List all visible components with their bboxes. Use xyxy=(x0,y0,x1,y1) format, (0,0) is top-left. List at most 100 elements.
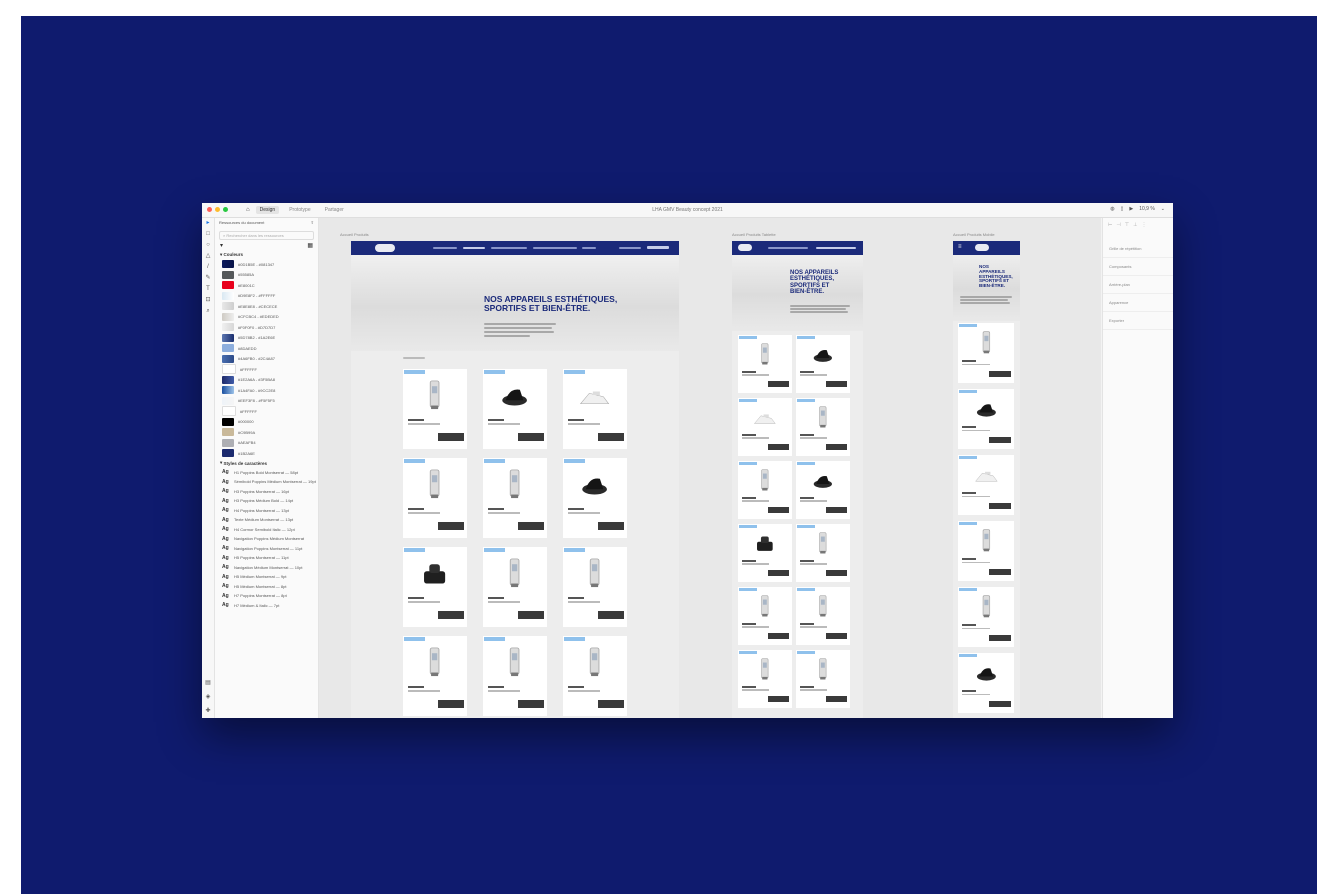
property-item[interactable]: Composants xyxy=(1103,258,1173,276)
product-button[interactable] xyxy=(438,522,464,530)
property-item[interactable]: Grille de répétition xyxy=(1103,240,1173,258)
color-swatch-item[interactable]: #8DAEDD xyxy=(215,343,318,354)
color-swatch-item[interactable]: #55585A xyxy=(215,270,318,281)
align-top-icon[interactable]: ⊤ xyxy=(1125,222,1129,236)
product-button[interactable] xyxy=(825,633,848,640)
pen-tool-icon[interactable]: ✎ xyxy=(202,273,214,284)
artboard-mobile[interactable]: ≡ NOS APPAREILS ESTHÉTIQUES, SPORTIFS ET BIE… xyxy=(953,241,1020,718)
product-card[interactable] xyxy=(483,636,547,716)
product-card[interactable] xyxy=(738,587,792,645)
device-preview-icon[interactable]: ▯ xyxy=(1121,206,1124,212)
color-swatch-item[interactable]: #4A6FB0 - #2C4A87 xyxy=(215,354,318,365)
design-canvas[interactable]: Accueil Produits NOS APPAREILS ESTHÉTIQU… xyxy=(319,218,1101,718)
nav-link[interactable] xyxy=(433,247,457,249)
color-swatch-item[interactable]: #000000 xyxy=(215,417,318,428)
product-button[interactable] xyxy=(598,611,624,619)
artboard-label-mobile[interactable]: Accueil Produits Mobile xyxy=(953,232,995,237)
product-button[interactable] xyxy=(767,570,790,577)
rectangle-tool-icon[interactable]: □ xyxy=(202,229,214,240)
color-swatch-item[interactable]: #E8001C xyxy=(215,280,318,291)
distribute-icon[interactable]: ⋮ xyxy=(1141,222,1146,236)
export-icon[interactable]: ⇪ xyxy=(311,220,314,228)
nav-link[interactable] xyxy=(582,247,596,249)
product-button[interactable] xyxy=(518,522,544,530)
property-item[interactable]: Arrière-plan xyxy=(1103,276,1173,294)
char-style-item[interactable]: Ag Navigation Poppins Médium Montserrat xyxy=(215,534,318,544)
product-button[interactable] xyxy=(438,700,464,708)
nav-links[interactable] xyxy=(816,247,856,249)
product-card[interactable] xyxy=(958,323,1014,383)
char-style-item[interactable]: Ag H5 Poppins Montserrat — 11pt xyxy=(215,553,318,563)
char-style-item[interactable]: Ag H1 Poppins Bold Montserrat — 58pt xyxy=(215,468,318,478)
align-bottom-icon[interactable]: ⊥ xyxy=(1133,222,1137,236)
product-card[interactable] xyxy=(958,455,1014,515)
product-button[interactable] xyxy=(598,700,624,708)
char-style-item[interactable]: Ag H4 Poppins Montserrat — 13pt xyxy=(215,506,318,516)
product-button[interactable] xyxy=(825,696,848,703)
char-style-item[interactable]: Ag Navigation Médium Montserrat — 10pt xyxy=(215,563,318,573)
char-style-item[interactable]: Ag Texte Médium Montserrat — 13pt xyxy=(215,515,318,525)
product-card[interactable] xyxy=(738,335,792,393)
product-card[interactable] xyxy=(483,458,547,538)
grid-view-icon[interactable]: ▦ xyxy=(307,242,313,249)
assets-icon[interactable]: ▤ xyxy=(202,678,214,689)
product-button[interactable] xyxy=(518,611,544,619)
product-button[interactable] xyxy=(988,437,1012,443)
breadcrumb[interactable] xyxy=(403,357,425,359)
product-card[interactable] xyxy=(403,458,467,538)
product-button[interactable] xyxy=(598,433,624,441)
product-button[interactable] xyxy=(438,611,464,619)
artboard-label-desktop[interactable]: Accueil Produits xyxy=(340,232,369,237)
product-button[interactable] xyxy=(767,633,790,640)
product-button[interactable] xyxy=(518,700,544,708)
product-card[interactable] xyxy=(796,398,850,456)
polygon-tool-icon[interactable]: △ xyxy=(202,251,214,262)
zoom-tool-icon[interactable]: ⌕ xyxy=(202,306,214,317)
product-card[interactable] xyxy=(958,653,1014,713)
product-card[interactable] xyxy=(563,369,627,449)
product-card[interactable] xyxy=(483,547,547,627)
color-swatch-item[interactable]: #1E2A6A - #3F5BA8 xyxy=(215,375,318,386)
assets-search[interactable]: ⌕ Rechercher dans les ressources xyxy=(219,231,314,240)
product-card[interactable] xyxy=(796,461,850,519)
product-button[interactable] xyxy=(767,444,790,451)
product-card[interactable] xyxy=(796,587,850,645)
char-style-item[interactable]: Ag H7 Poppins Montserrat — 8pt xyxy=(215,591,318,601)
color-swatch-item[interactable]: #EEF3F8 - #F5F5F5 xyxy=(215,396,318,407)
artboard-tool-icon[interactable]: ⊡ xyxy=(202,295,214,306)
play-icon[interactable]: ▶ xyxy=(1129,206,1133,212)
char-style-item[interactable]: Ag Navigation Poppins Montserrat — 11pt xyxy=(215,544,318,554)
user-icon[interactable]: ◍ xyxy=(1110,206,1114,212)
product-button[interactable] xyxy=(767,696,790,703)
product-card[interactable] xyxy=(958,389,1014,449)
color-swatch-item[interactable]: #F0F0F0 - #D7D7D7 xyxy=(215,322,318,333)
product-card[interactable] xyxy=(796,650,850,708)
color-swatch-item[interactable]: #0D1B5E - #081347 xyxy=(215,259,318,270)
nav-link[interactable] xyxy=(491,247,527,249)
social-icons[interactable] xyxy=(647,246,669,249)
product-button[interactable] xyxy=(518,433,544,441)
select-tool-icon[interactable]: ▸ xyxy=(202,218,214,229)
product-card[interactable] xyxy=(563,636,627,716)
product-card[interactable] xyxy=(738,461,792,519)
align-left-icon[interactable]: ⊢ xyxy=(1108,222,1112,236)
color-swatch-item[interactable]: #1A4FA0 - #9CC2E8 xyxy=(215,385,318,396)
product-card[interactable] xyxy=(738,650,792,708)
product-card[interactable] xyxy=(563,547,627,627)
product-button[interactable] xyxy=(767,381,790,388)
product-card[interactable] xyxy=(738,524,792,582)
line-tool-icon[interactable]: / xyxy=(202,262,214,273)
layers-icon[interactable]: ◈ xyxy=(202,692,214,703)
color-swatch-item[interactable]: #CFCBC4 - #EDEDED xyxy=(215,312,318,323)
product-card[interactable] xyxy=(403,369,467,449)
ellipse-tool-icon[interactable]: ○ xyxy=(202,240,214,251)
menu-icon[interactable]: ≡ xyxy=(958,244,962,250)
nav-contact[interactable] xyxy=(619,247,641,249)
color-swatch-item[interactable]: #D9E8F2 - #FFFFFF xyxy=(215,291,318,302)
color-swatch-item[interactable]: #1B2A6E xyxy=(215,448,318,459)
product-button[interactable] xyxy=(438,433,464,441)
colors-section-title[interactable]: ▾ Couleurs xyxy=(215,250,318,259)
product-card[interactable] xyxy=(796,335,850,393)
color-swatch-item[interactable]: #E8E8E8 - #CECECE xyxy=(215,301,318,312)
char-style-item[interactable]: Ag H3 Poppins Montserrat — 16pt xyxy=(215,487,318,497)
